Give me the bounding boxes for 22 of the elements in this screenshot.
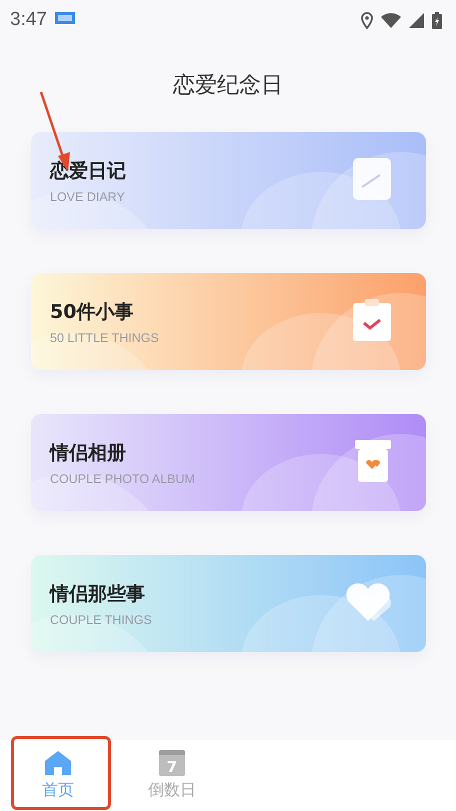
hearts-icon	[344, 580, 392, 622]
calendar-icon: 7	[159, 750, 185, 776]
page-title: 恋爱纪念日	[172, 72, 284, 100]
feature-card[interactable]: 情侣那些事 COUPLE THINGS	[31, 555, 426, 652]
home-icon	[44, 750, 72, 776]
feature-card[interactable]: 50件小事 50 LITTLE THINGS	[31, 273, 426, 370]
card-subtitle: LOVE DIARY	[50, 190, 126, 204]
card-title: 情侣相册	[50, 440, 127, 466]
location-icon	[361, 12, 373, 28]
notebook-icon	[352, 156, 392, 200]
jar-icon	[354, 438, 392, 482]
clipboard-icon	[352, 298, 392, 342]
wifi-icon	[381, 12, 401, 28]
battery-icon	[432, 12, 442, 28]
signal-icon	[409, 12, 424, 28]
card-subtitle: COUPLE PHOTO ALBUM	[50, 472, 196, 486]
status-time: 3:47	[10, 9, 47, 31]
card-title: 情侣那些事	[50, 582, 146, 606]
card-title: 50件小事	[50, 300, 134, 324]
card-subtitle: COUPLE THINGS	[50, 612, 153, 626]
card-subtitle: 50 LITTLE THINGS	[50, 330, 160, 344]
feature-card[interactable]: 情侣相册 COUPLE PHOTO ALBUM	[31, 414, 426, 511]
